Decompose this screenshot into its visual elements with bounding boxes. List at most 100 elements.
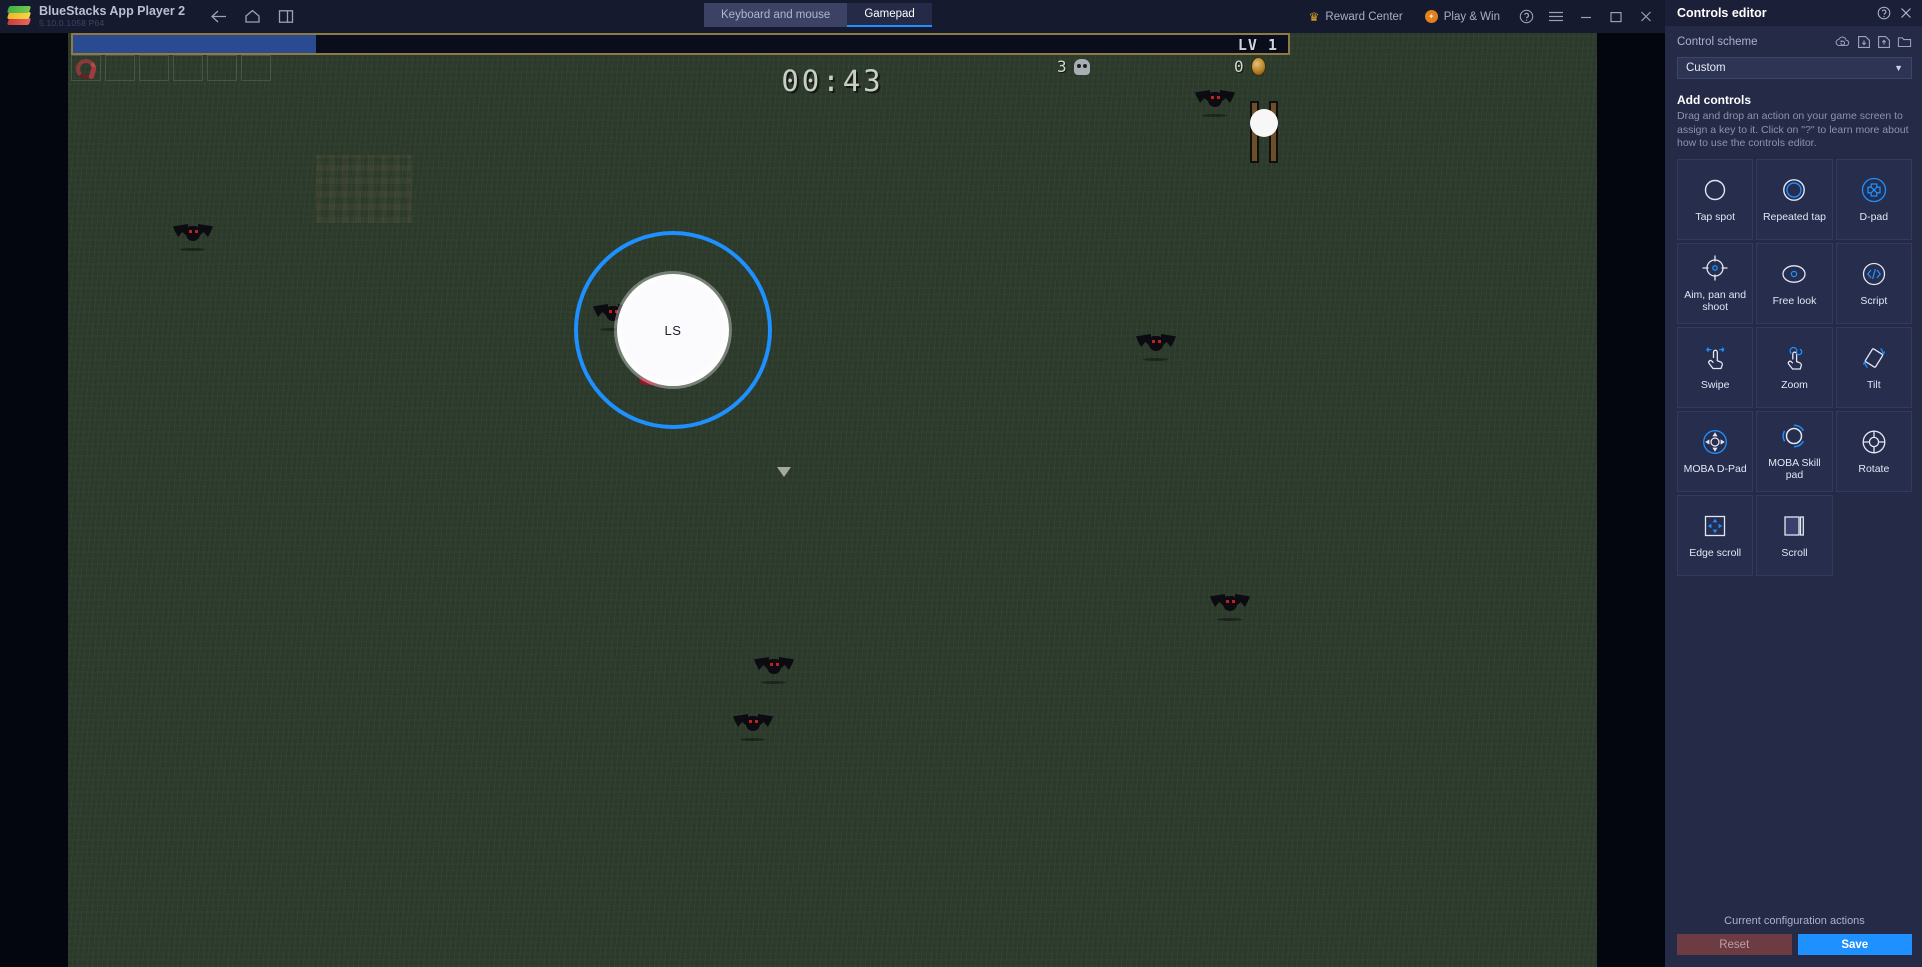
- dpad-icon: [1860, 175, 1888, 205]
- moba-dpad-icon: [1701, 427, 1729, 457]
- control-moba-dpad[interactable]: MOBA D-Pad: [1677, 410, 1754, 492]
- inventory-slot[interactable]: [139, 55, 169, 81]
- save-button[interactable]: Save: [1797, 934, 1912, 955]
- tab-gamepad[interactable]: Gamepad: [847, 3, 932, 27]
- control-label: Edge scroll: [1689, 547, 1742, 559]
- tab-keyboard-and-mouse[interactable]: Keyboard and mouse: [704, 3, 848, 27]
- close-icon[interactable]: [1631, 0, 1661, 33]
- control-scroll[interactable]: Scroll: [1756, 494, 1833, 576]
- joystick-knob[interactable]: LS: [617, 274, 729, 386]
- kill-counter: 3: [1057, 57, 1090, 76]
- minimize-icon[interactable]: [1571, 0, 1601, 33]
- inventory-slot[interactable]: [207, 55, 237, 81]
- control-repeated-tap[interactable]: Repeated tap: [1756, 158, 1833, 240]
- game-viewport[interactable]: LV 1 00:43 3 0 LS: [68, 33, 1597, 967]
- crown-icon: ♛: [1308, 9, 1320, 24]
- control-label: Script: [1860, 295, 1888, 307]
- play-and-win-button[interactable]: ✦ Play & Win: [1414, 0, 1511, 33]
- title-bar: BlueStacks App Player 2 5.10.0.1058 P64: [0, 0, 1665, 33]
- bluestacks-logo-icon: [6, 5, 32, 28]
- tap-spot-icon: [1702, 175, 1728, 205]
- close-icon[interactable]: [1899, 6, 1913, 20]
- level-indicator: LV 1: [1237, 36, 1278, 54]
- app-version: 5.10.0.1058 P64: [39, 18, 105, 28]
- help-circle-icon[interactable]: [1877, 6, 1891, 20]
- left-stick-control[interactable]: LS: [574, 231, 772, 429]
- game-timer: 00:43: [781, 64, 884, 98]
- coin-icon: [1250, 57, 1266, 76]
- control-label: D-pad: [1859, 211, 1889, 223]
- control-label: Tilt: [1867, 379, 1881, 391]
- control-label: Scroll: [1781, 547, 1808, 559]
- right-gutter: [1597, 33, 1665, 967]
- app-title: BlueStacks App Player 2: [39, 4, 186, 18]
- skull-icon: [1073, 58, 1090, 75]
- cloud-sync-icon[interactable]: [1835, 35, 1851, 49]
- controls-editor-panel: Controls editor Control scheme Custom ▼ …: [1665, 0, 1922, 967]
- control-scheme-select[interactable]: Custom ▼: [1677, 57, 1912, 79]
- left-gutter: [0, 33, 68, 967]
- control-scheme-row: Control scheme: [1665, 26, 1922, 51]
- script-icon: [1860, 259, 1888, 289]
- configuration-actions-label: Current configuration actions: [1724, 915, 1865, 927]
- scroll-icon: [1780, 511, 1808, 541]
- control-dpad[interactable]: D-pad: [1835, 158, 1912, 240]
- inventory-slot[interactable]: [71, 55, 101, 81]
- controls-editor-header: Controls editor: [1665, 0, 1922, 26]
- multi-instance-icon[interactable]: [271, 4, 301, 30]
- folder-icon[interactable]: [1897, 35, 1912, 49]
- repeated-tap-icon: [1781, 175, 1807, 205]
- import-icon[interactable]: [1857, 35, 1871, 49]
- rotate-icon: [1860, 427, 1888, 457]
- control-scheme-label: Control scheme: [1677, 36, 1758, 48]
- reset-button[interactable]: Reset: [1677, 934, 1792, 955]
- bat-enemy: [1195, 89, 1235, 117]
- bat-enemy: [173, 223, 213, 251]
- add-controls-heading: Add controls: [1677, 93, 1751, 107]
- panel-title: Controls editor: [1677, 6, 1767, 20]
- control-label: Free look: [1772, 295, 1817, 307]
- xp-bar: LV 1: [71, 33, 1290, 55]
- inventory-slot[interactable]: [173, 55, 203, 81]
- moba-skill-pad-icon: [1780, 421, 1808, 451]
- control-script[interactable]: Script: [1835, 242, 1912, 324]
- nav-icon-group: [203, 4, 301, 30]
- edge-scroll-icon: [1701, 511, 1729, 541]
- control-aim-pan-shoot[interactable]: Aim, pan and shoot: [1677, 242, 1754, 324]
- control-scheme-value: Custom: [1686, 62, 1726, 74]
- control-tap-spot[interactable]: Tap spot: [1677, 158, 1754, 240]
- inventory-slots: [71, 55, 271, 81]
- configuration-actions: Current configuration actions Reset Save: [1665, 905, 1922, 967]
- inventory-slot[interactable]: [241, 55, 271, 81]
- control-zoom[interactable]: Zoom: [1756, 326, 1833, 408]
- inventory-slot[interactable]: [105, 55, 135, 81]
- gold-counter: 0: [1234, 57, 1266, 76]
- control-moba-skill-pad[interactable]: MOBA Skill pad: [1756, 410, 1833, 492]
- controls-grid: Tap spot Repeated tap D-pad Aim, pan and…: [1665, 158, 1922, 576]
- home-icon[interactable]: [237, 4, 267, 30]
- app-identity: BlueStacks App Player 2 5.10.0.1058 P64: [39, 4, 185, 29]
- player-character: [1250, 109, 1278, 137]
- control-label: Swipe: [1700, 379, 1730, 391]
- reward-center-button[interactable]: ♛ Reward Center: [1298, 0, 1414, 33]
- control-label: Rotate: [1858, 463, 1890, 475]
- control-edge-scroll[interactable]: Edge scroll: [1677, 494, 1754, 576]
- aim-pan-shoot-icon: [1701, 253, 1729, 283]
- bluestacks-window: BlueStacks App Player 2 5.10.0.1058 P64: [0, 0, 1922, 967]
- reward-center-label: Reward Center: [1325, 10, 1403, 23]
- aim-cursor-icon: [777, 467, 791, 477]
- help-circle-icon[interactable]: [1511, 0, 1541, 33]
- control-swipe[interactable]: Swipe: [1677, 326, 1754, 408]
- bat-enemy: [754, 656, 794, 684]
- chevron-down-icon: ▼: [1894, 63, 1903, 73]
- export-icon[interactable]: [1877, 35, 1891, 49]
- hamburger-menu-icon[interactable]: [1541, 0, 1571, 33]
- control-label: Zoom: [1781, 379, 1808, 391]
- whip-item-icon: [76, 59, 96, 79]
- bat-enemy: [733, 713, 773, 741]
- back-arrow-icon[interactable]: [203, 4, 233, 30]
- control-free-look[interactable]: Free look: [1756, 242, 1833, 324]
- maximize-icon[interactable]: [1601, 0, 1631, 33]
- control-tilt[interactable]: Tilt: [1835, 326, 1912, 408]
- control-rotate[interactable]: Rotate: [1835, 410, 1912, 492]
